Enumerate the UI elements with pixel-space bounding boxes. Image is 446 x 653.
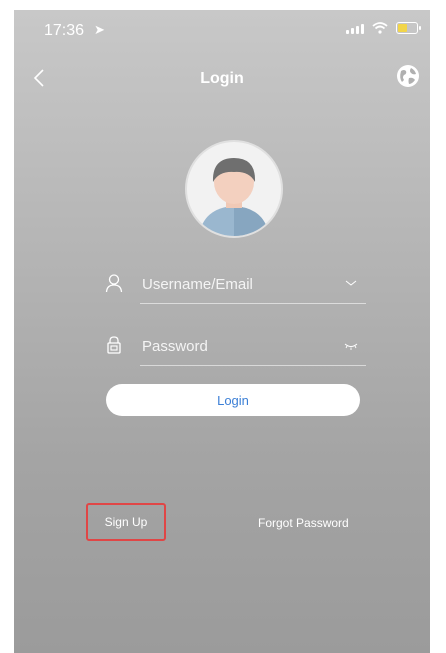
- password-input[interactable]: [140, 332, 324, 360]
- wifi-icon: [372, 22, 388, 34]
- password-field: [104, 326, 366, 366]
- nav-bar: Login: [14, 60, 430, 96]
- page-title: Login: [200, 70, 244, 87]
- status-time: 17:36: [44, 22, 85, 39]
- battery-icon: [396, 22, 421, 34]
- app-screen: 17:36 ➤ Login Username/Email Login Sign …: [14, 10, 430, 653]
- username-underline: [140, 303, 366, 304]
- login-button[interactable]: Login: [106, 384, 360, 416]
- status-bar: 17:36 ➤: [14, 10, 430, 50]
- eye-closed-icon[interactable]: [344, 338, 358, 352]
- avatar-icon: [199, 158, 269, 236]
- lock-icon: [107, 336, 121, 354]
- username-input[interactable]: [140, 270, 324, 298]
- username-field: [104, 264, 366, 304]
- signal-icon: [346, 22, 364, 34]
- chevron-down-icon[interactable]: [344, 276, 358, 290]
- battery-fill: [398, 24, 407, 32]
- globe-icon[interactable]: [394, 62, 422, 90]
- avatar[interactable]: [185, 140, 283, 238]
- forgot-password-link[interactable]: Forgot Password: [258, 516, 349, 530]
- user-icon: [105, 274, 123, 293]
- password-underline: [140, 365, 366, 366]
- location-arrow-icon: ➤: [94, 22, 105, 37]
- sign-up-button[interactable]: Sign Up: [86, 503, 166, 541]
- status-icons: [346, 22, 421, 34]
